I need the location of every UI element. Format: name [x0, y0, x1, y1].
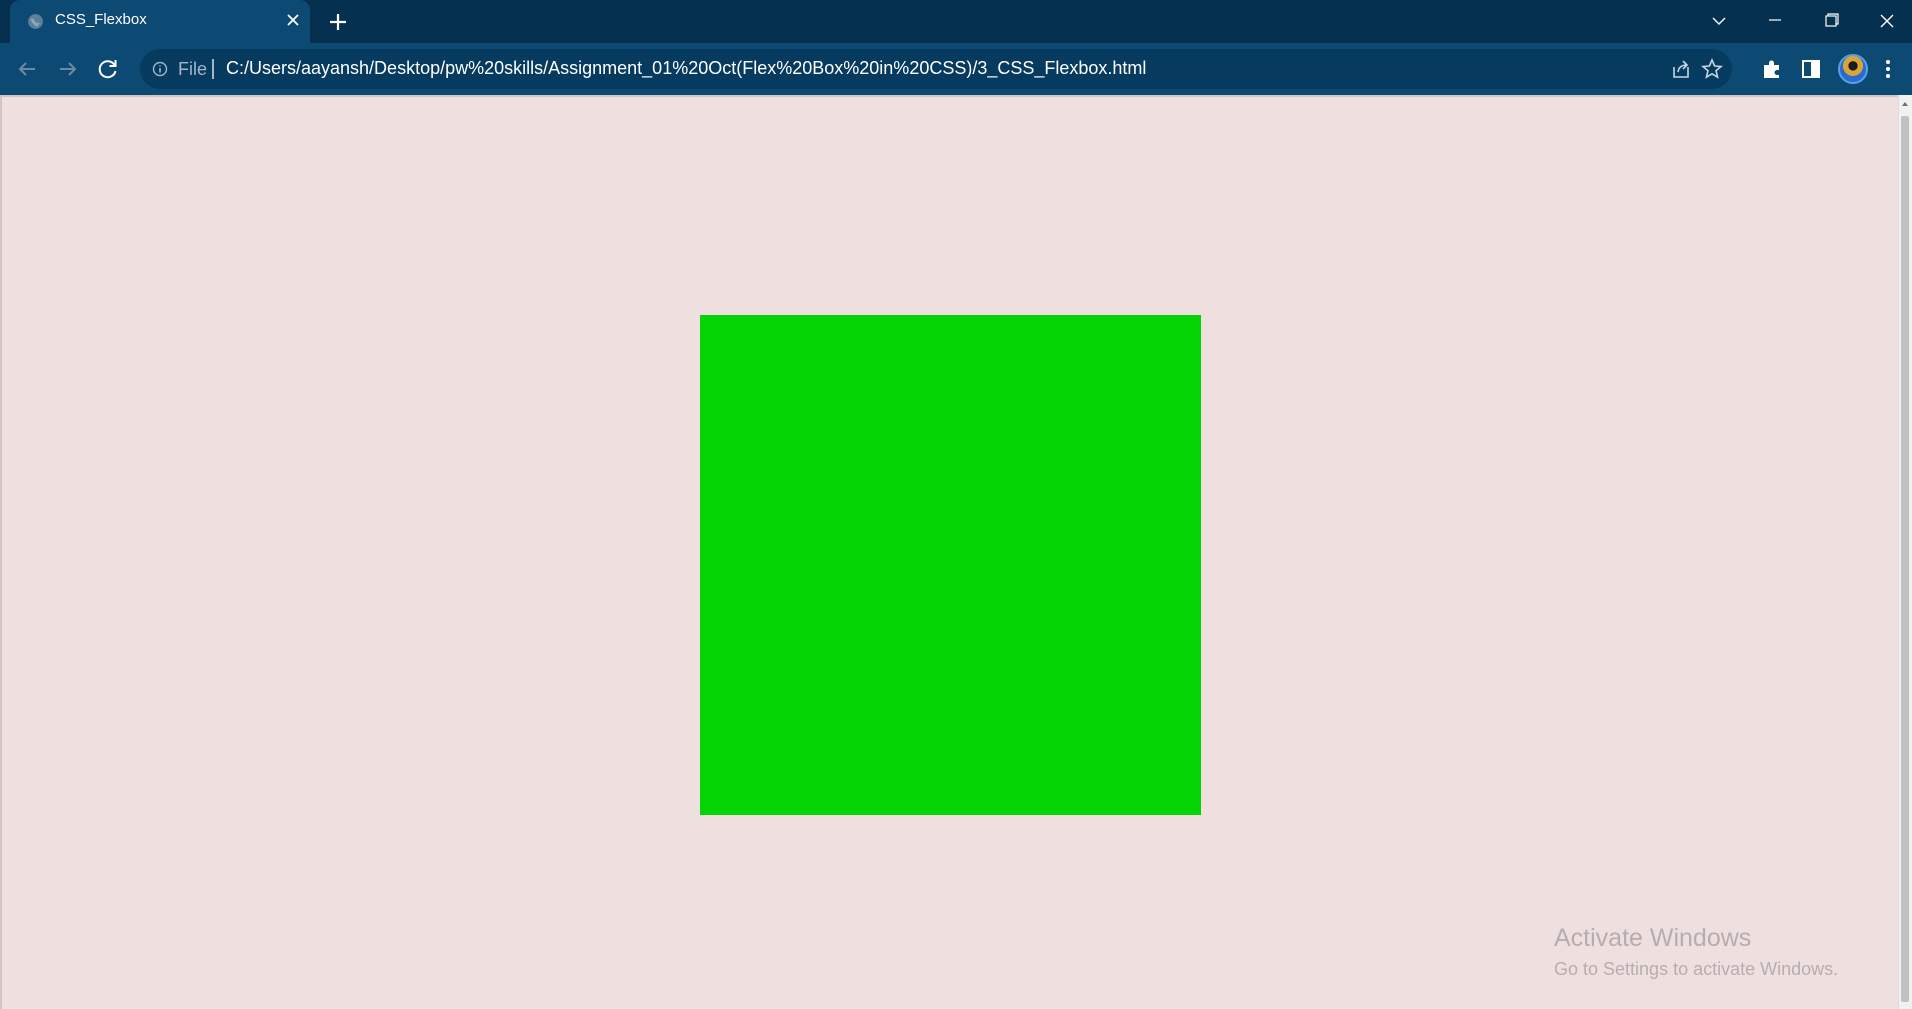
minimize-icon[interactable]: [1757, 6, 1793, 36]
chevron-down-icon[interactable]: [1701, 6, 1737, 36]
activate-windows-watermark: Activate Windows Go to Settings to activ…: [1554, 924, 1838, 980]
profile-avatar[interactable]: [1838, 54, 1868, 84]
page-viewport: [0, 95, 1898, 1009]
reload-icon[interactable]: [92, 53, 124, 85]
watermark-title: Activate Windows: [1554, 924, 1752, 952]
puzzle-icon[interactable]: [1759, 56, 1785, 82]
scrollbar-thumb[interactable]: [1901, 116, 1909, 1002]
close-icon[interactable]: [282, 9, 304, 31]
side-panel-icon[interactable]: [1798, 56, 1824, 82]
url-text[interactable]: C:/Users/aayansh/Desktop/pw%20skills/Ass…: [226, 58, 1146, 79]
browser-tab[interactable]: CSS_Flexbox: [10, 0, 310, 43]
scheme-label: File: [178, 59, 208, 79]
star-icon[interactable]: [1700, 57, 1724, 81]
arrow-left-icon[interactable]: [11, 53, 43, 85]
browser-titlebar: CSS_Flexbox: [0, 0, 1912, 43]
green-square: [700, 315, 1201, 815]
globe-icon: [28, 14, 43, 29]
browser-toolbar: File C:/Users/aayansh/Desktop/pw%20skill…: [0, 43, 1912, 95]
share-icon[interactable]: [1670, 58, 1692, 80]
address-bar[interactable]: File C:/Users/aayansh/Desktop/pw%20skill…: [140, 49, 1732, 89]
watermark-subtitle: Go to Settings to activate Windows.: [1554, 959, 1839, 979]
scheme-divider: [212, 59, 214, 79]
window-close-icon[interactable]: [1869, 6, 1905, 36]
plus-icon[interactable]: [326, 10, 350, 34]
arrow-right-icon[interactable]: [52, 53, 84, 85]
tab-title: CSS_Flexbox: [55, 11, 147, 28]
scroll-up-arrow-icon[interactable]: [1901, 100, 1909, 108]
kebab-menu-icon[interactable]: [1883, 56, 1893, 82]
restore-icon[interactable]: [1813, 6, 1849, 36]
info-icon[interactable]: [152, 61, 168, 77]
